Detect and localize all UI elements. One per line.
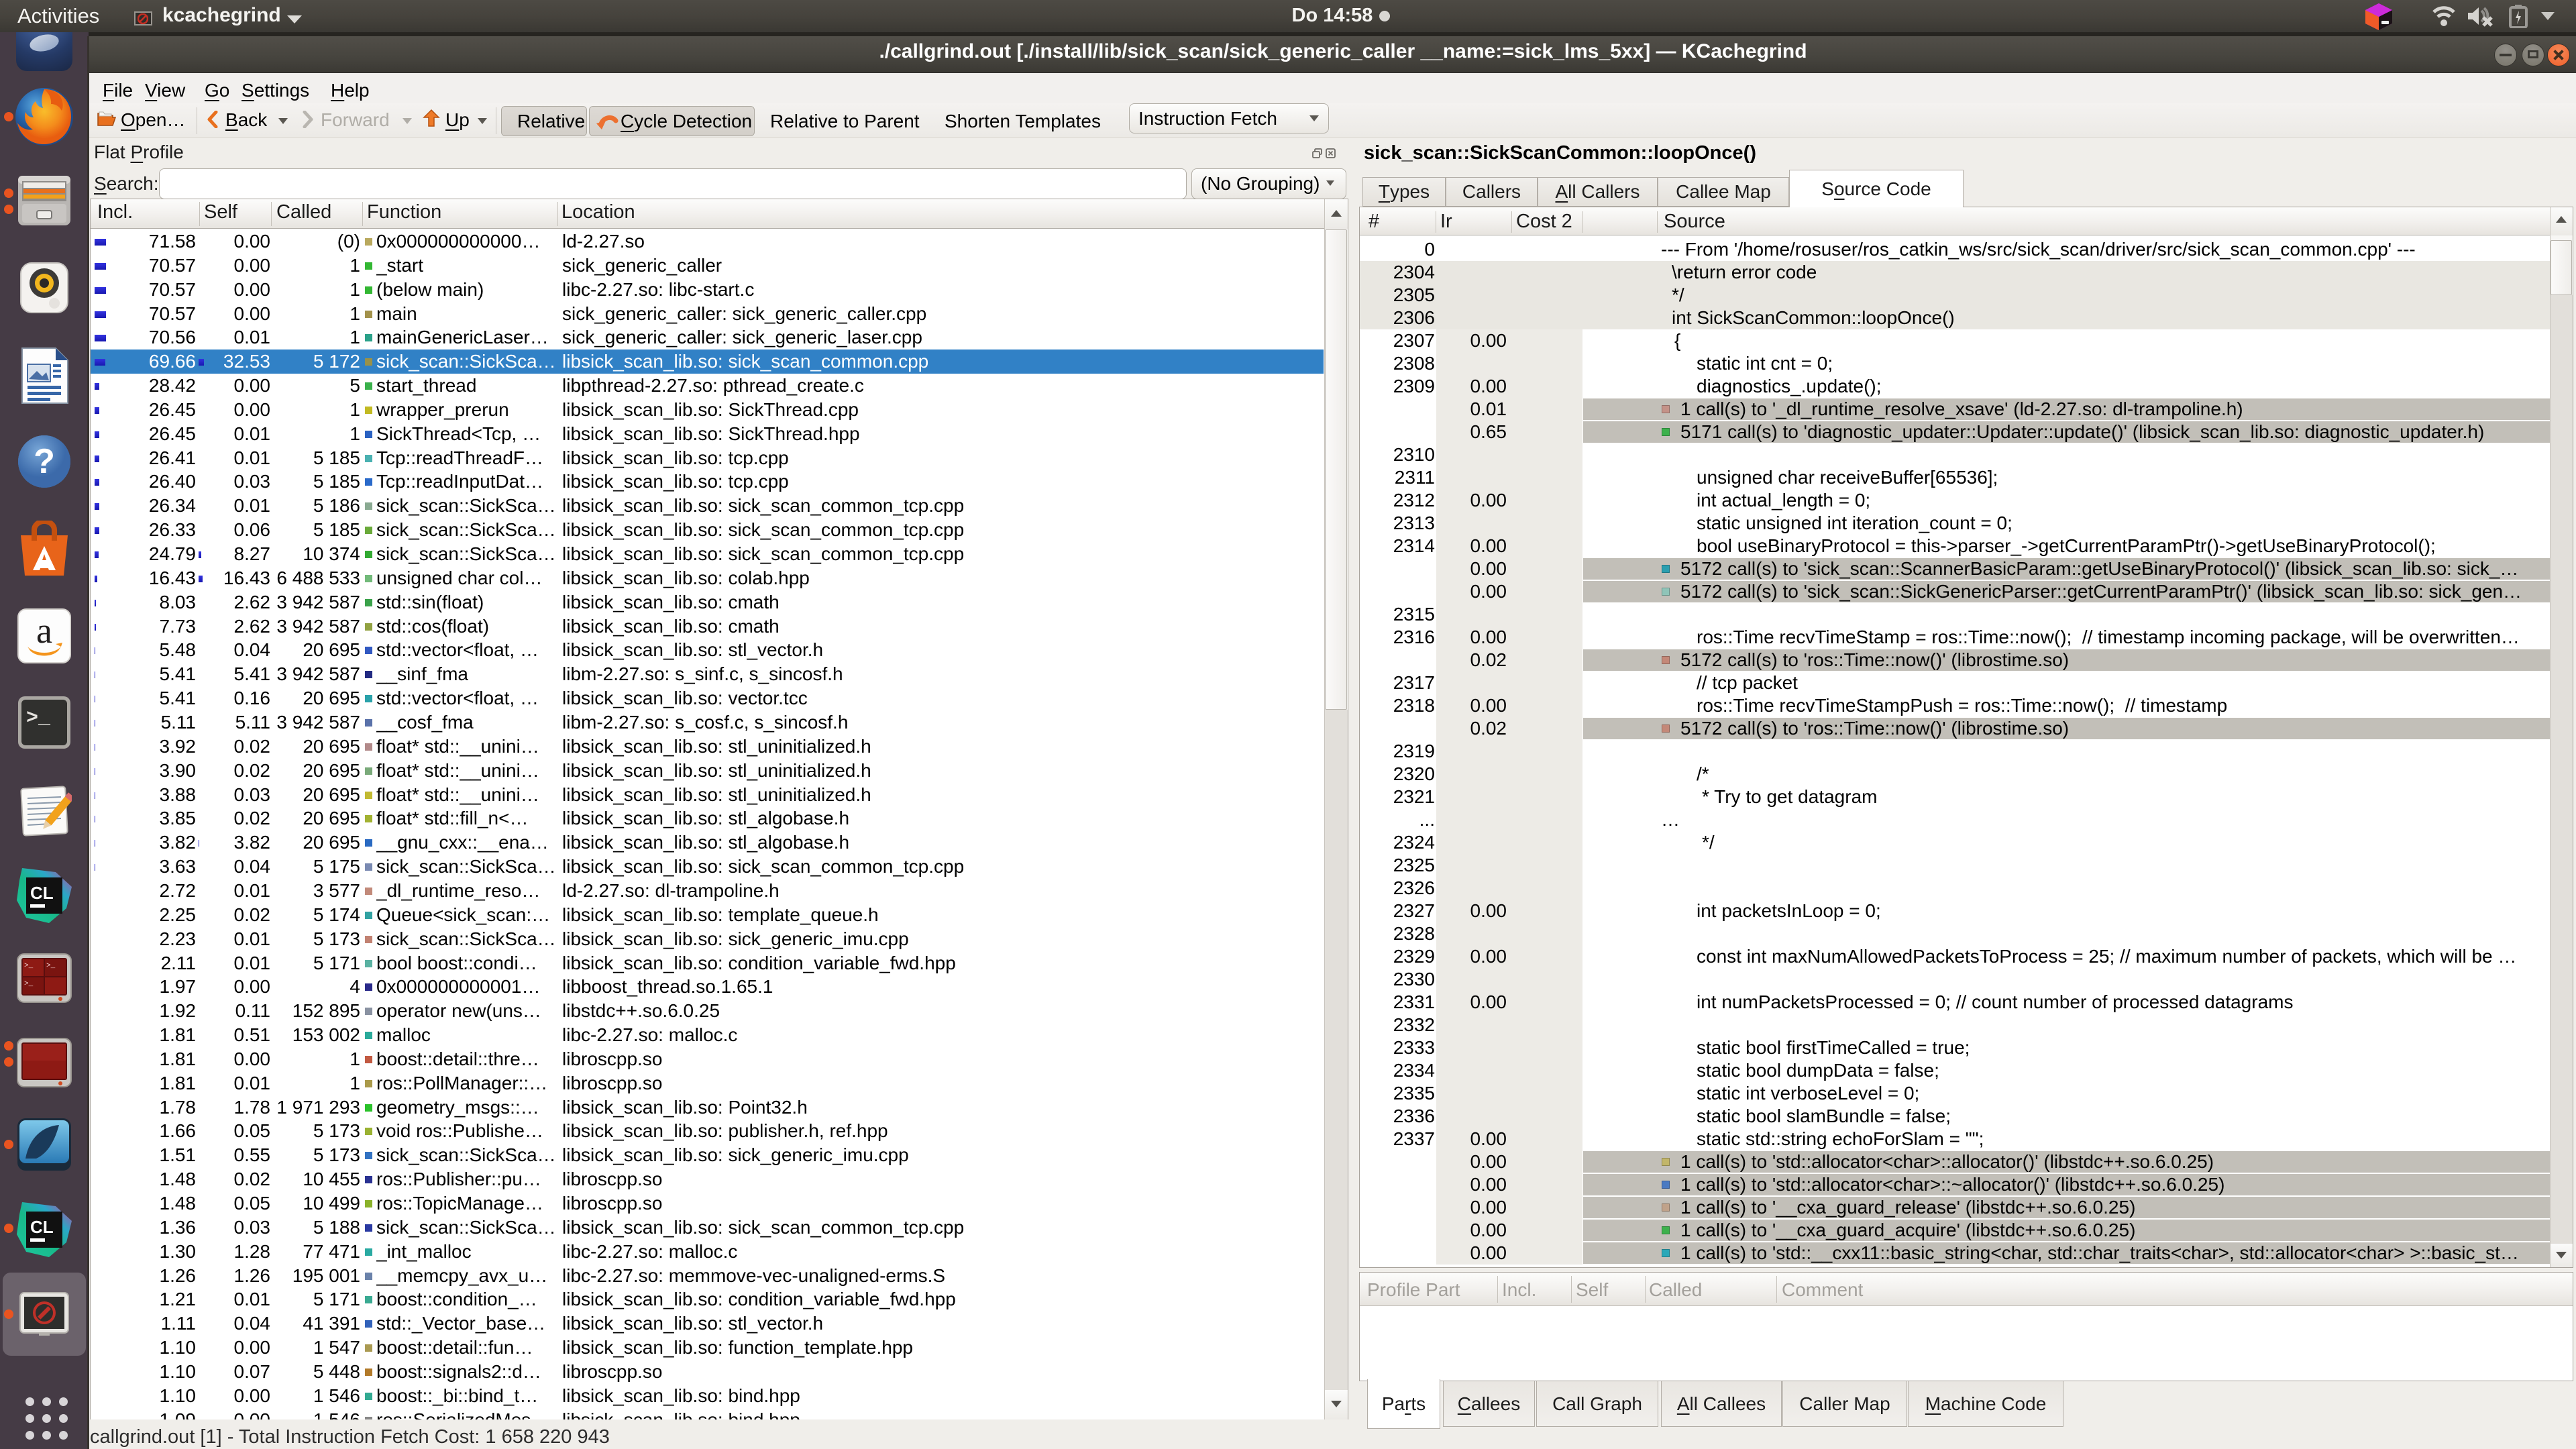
svg-text:>_: >_: [24, 980, 34, 988]
svg-text:>_: >_: [24, 962, 34, 970]
svg-text:CL: CL: [30, 883, 54, 903]
svg-text:a: a: [36, 610, 52, 651]
svg-text:CL: CL: [30, 1217, 54, 1237]
svg-text:>_: >_: [26, 707, 51, 730]
svg-text:?: ?: [34, 442, 55, 481]
svg-text:>_: >_: [46, 962, 56, 970]
